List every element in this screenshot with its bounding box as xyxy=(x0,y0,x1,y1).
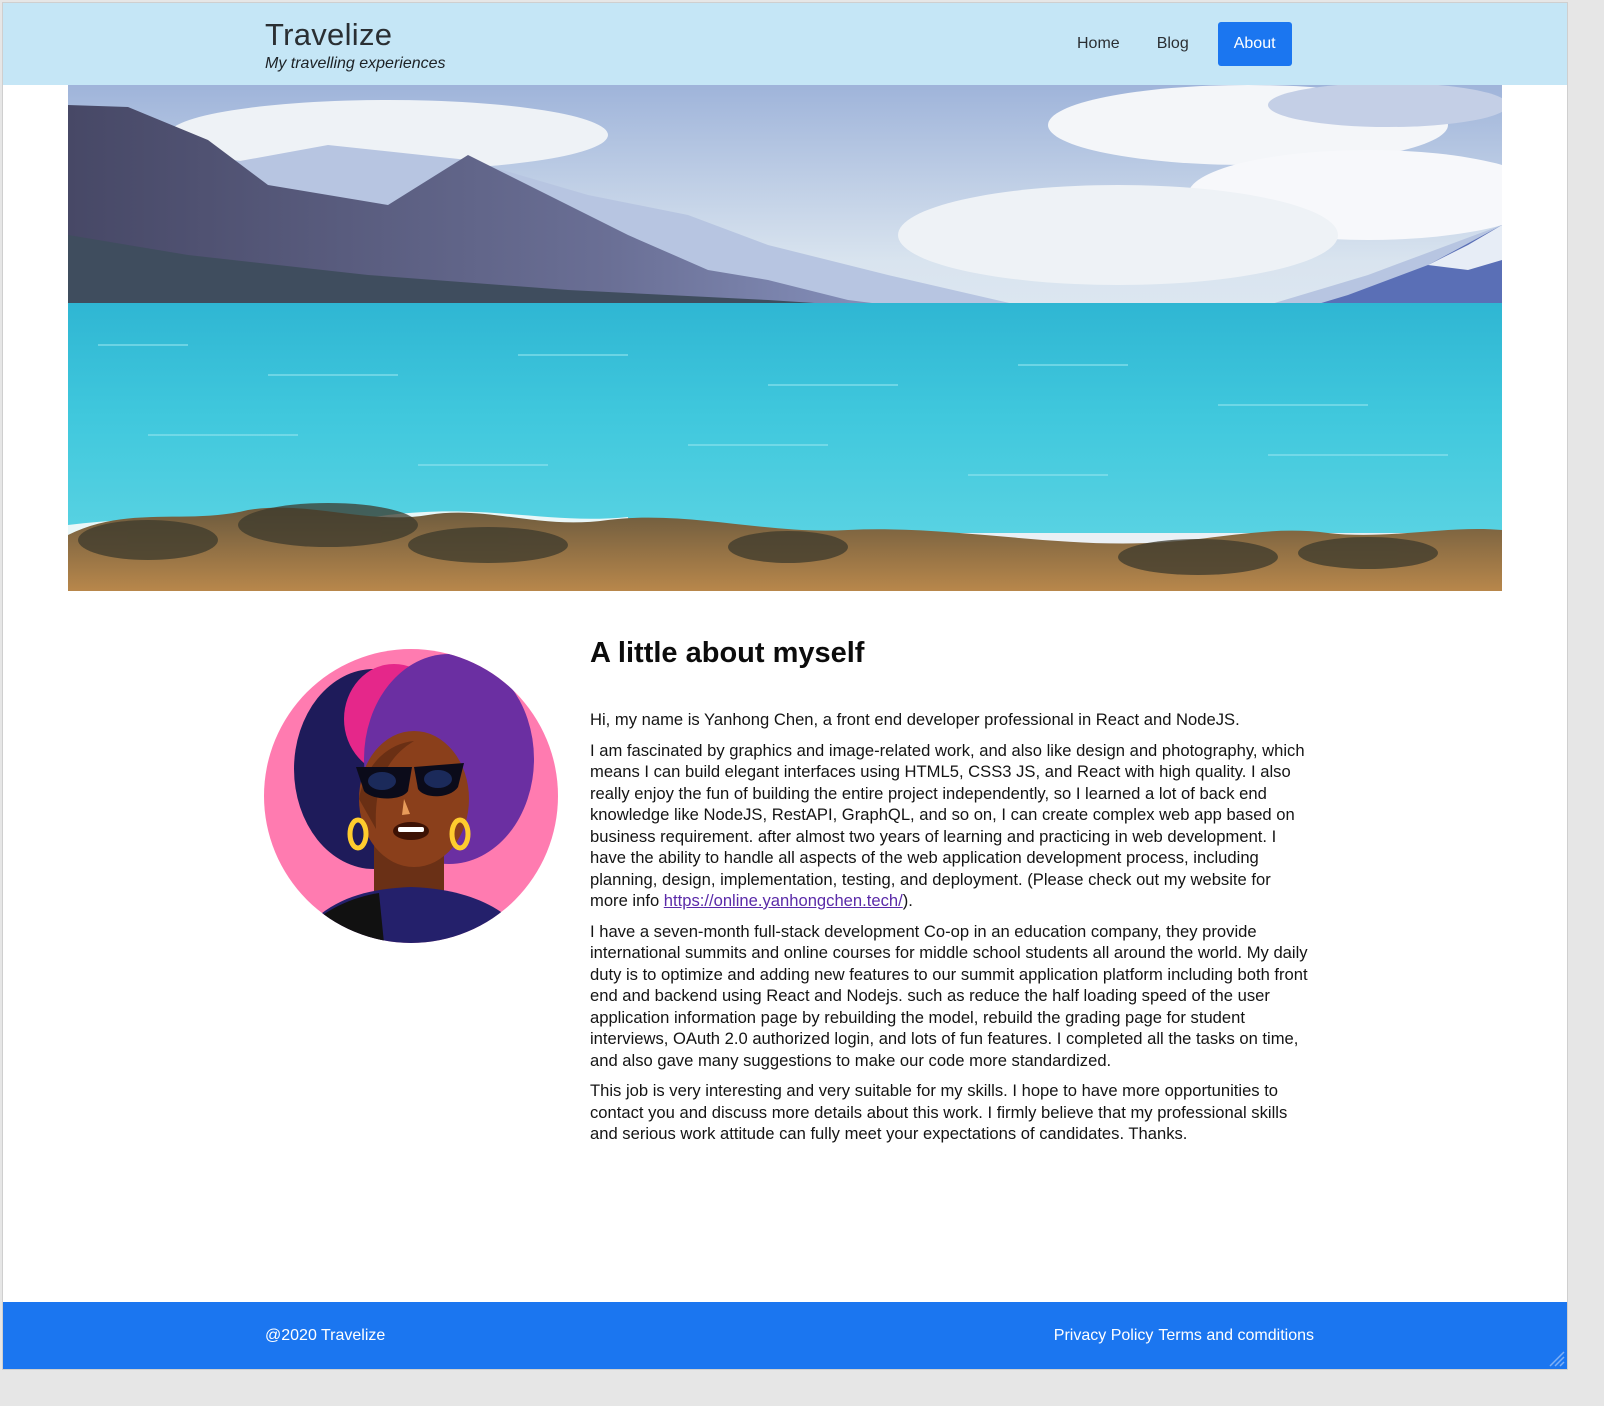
about-paragraph-skills: I am fascinated by graphics and image-re… xyxy=(590,740,1310,912)
lake-landscape-image xyxy=(68,85,1502,591)
browser-page: Travelize My travelling experiences Home… xyxy=(2,2,1568,1370)
about-paragraph-intro: Hi, my name is Yanhong Chen, a front end… xyxy=(590,710,1240,729)
resize-grip-icon[interactable] xyxy=(1547,1349,1565,1367)
nav-about-link[interactable]: About xyxy=(1217,22,1292,66)
avatar xyxy=(264,649,558,943)
website-link[interactable]: https://online.yanhongchen.tech/ xyxy=(664,891,903,910)
about-skills-text: I am fascinated by graphics and image-re… xyxy=(590,740,1305,911)
about-skills-end: ). xyxy=(902,891,913,910)
site-footer: @2020 Travelize Privacy Policy Terms and… xyxy=(3,1302,1567,1369)
about-section: A little about myself Hi, my name is Yan… xyxy=(590,633,1310,1154)
hero-image xyxy=(68,85,1502,591)
nav-blog-link[interactable]: Blog xyxy=(1142,22,1204,66)
terms-link[interactable]: Terms and comditions xyxy=(1158,1327,1314,1345)
footer-copyright: @2020 Travelize xyxy=(265,1327,386,1344)
site-tagline: My travelling experiences xyxy=(265,55,446,72)
site-header: Travelize My travelling experiences Home… xyxy=(3,3,1567,85)
about-paragraph-closing: This job is very interesting and very su… xyxy=(590,1081,1288,1143)
woman-sunglasses-avatar-icon xyxy=(264,649,558,943)
nav-home-link[interactable]: Home xyxy=(1062,22,1135,66)
main-nav: Home Blog About xyxy=(1055,22,1292,66)
privacy-policy-link[interactable]: Privacy Policy xyxy=(1054,1327,1154,1345)
about-heading: A little about myself xyxy=(590,637,865,669)
about-paragraph-experience: I have a seven-month full-stack developm… xyxy=(590,921,1308,1070)
footer-links: Privacy Policy Terms and comditions xyxy=(1049,1327,1314,1345)
site-title[interactable]: Travelize xyxy=(265,17,392,53)
